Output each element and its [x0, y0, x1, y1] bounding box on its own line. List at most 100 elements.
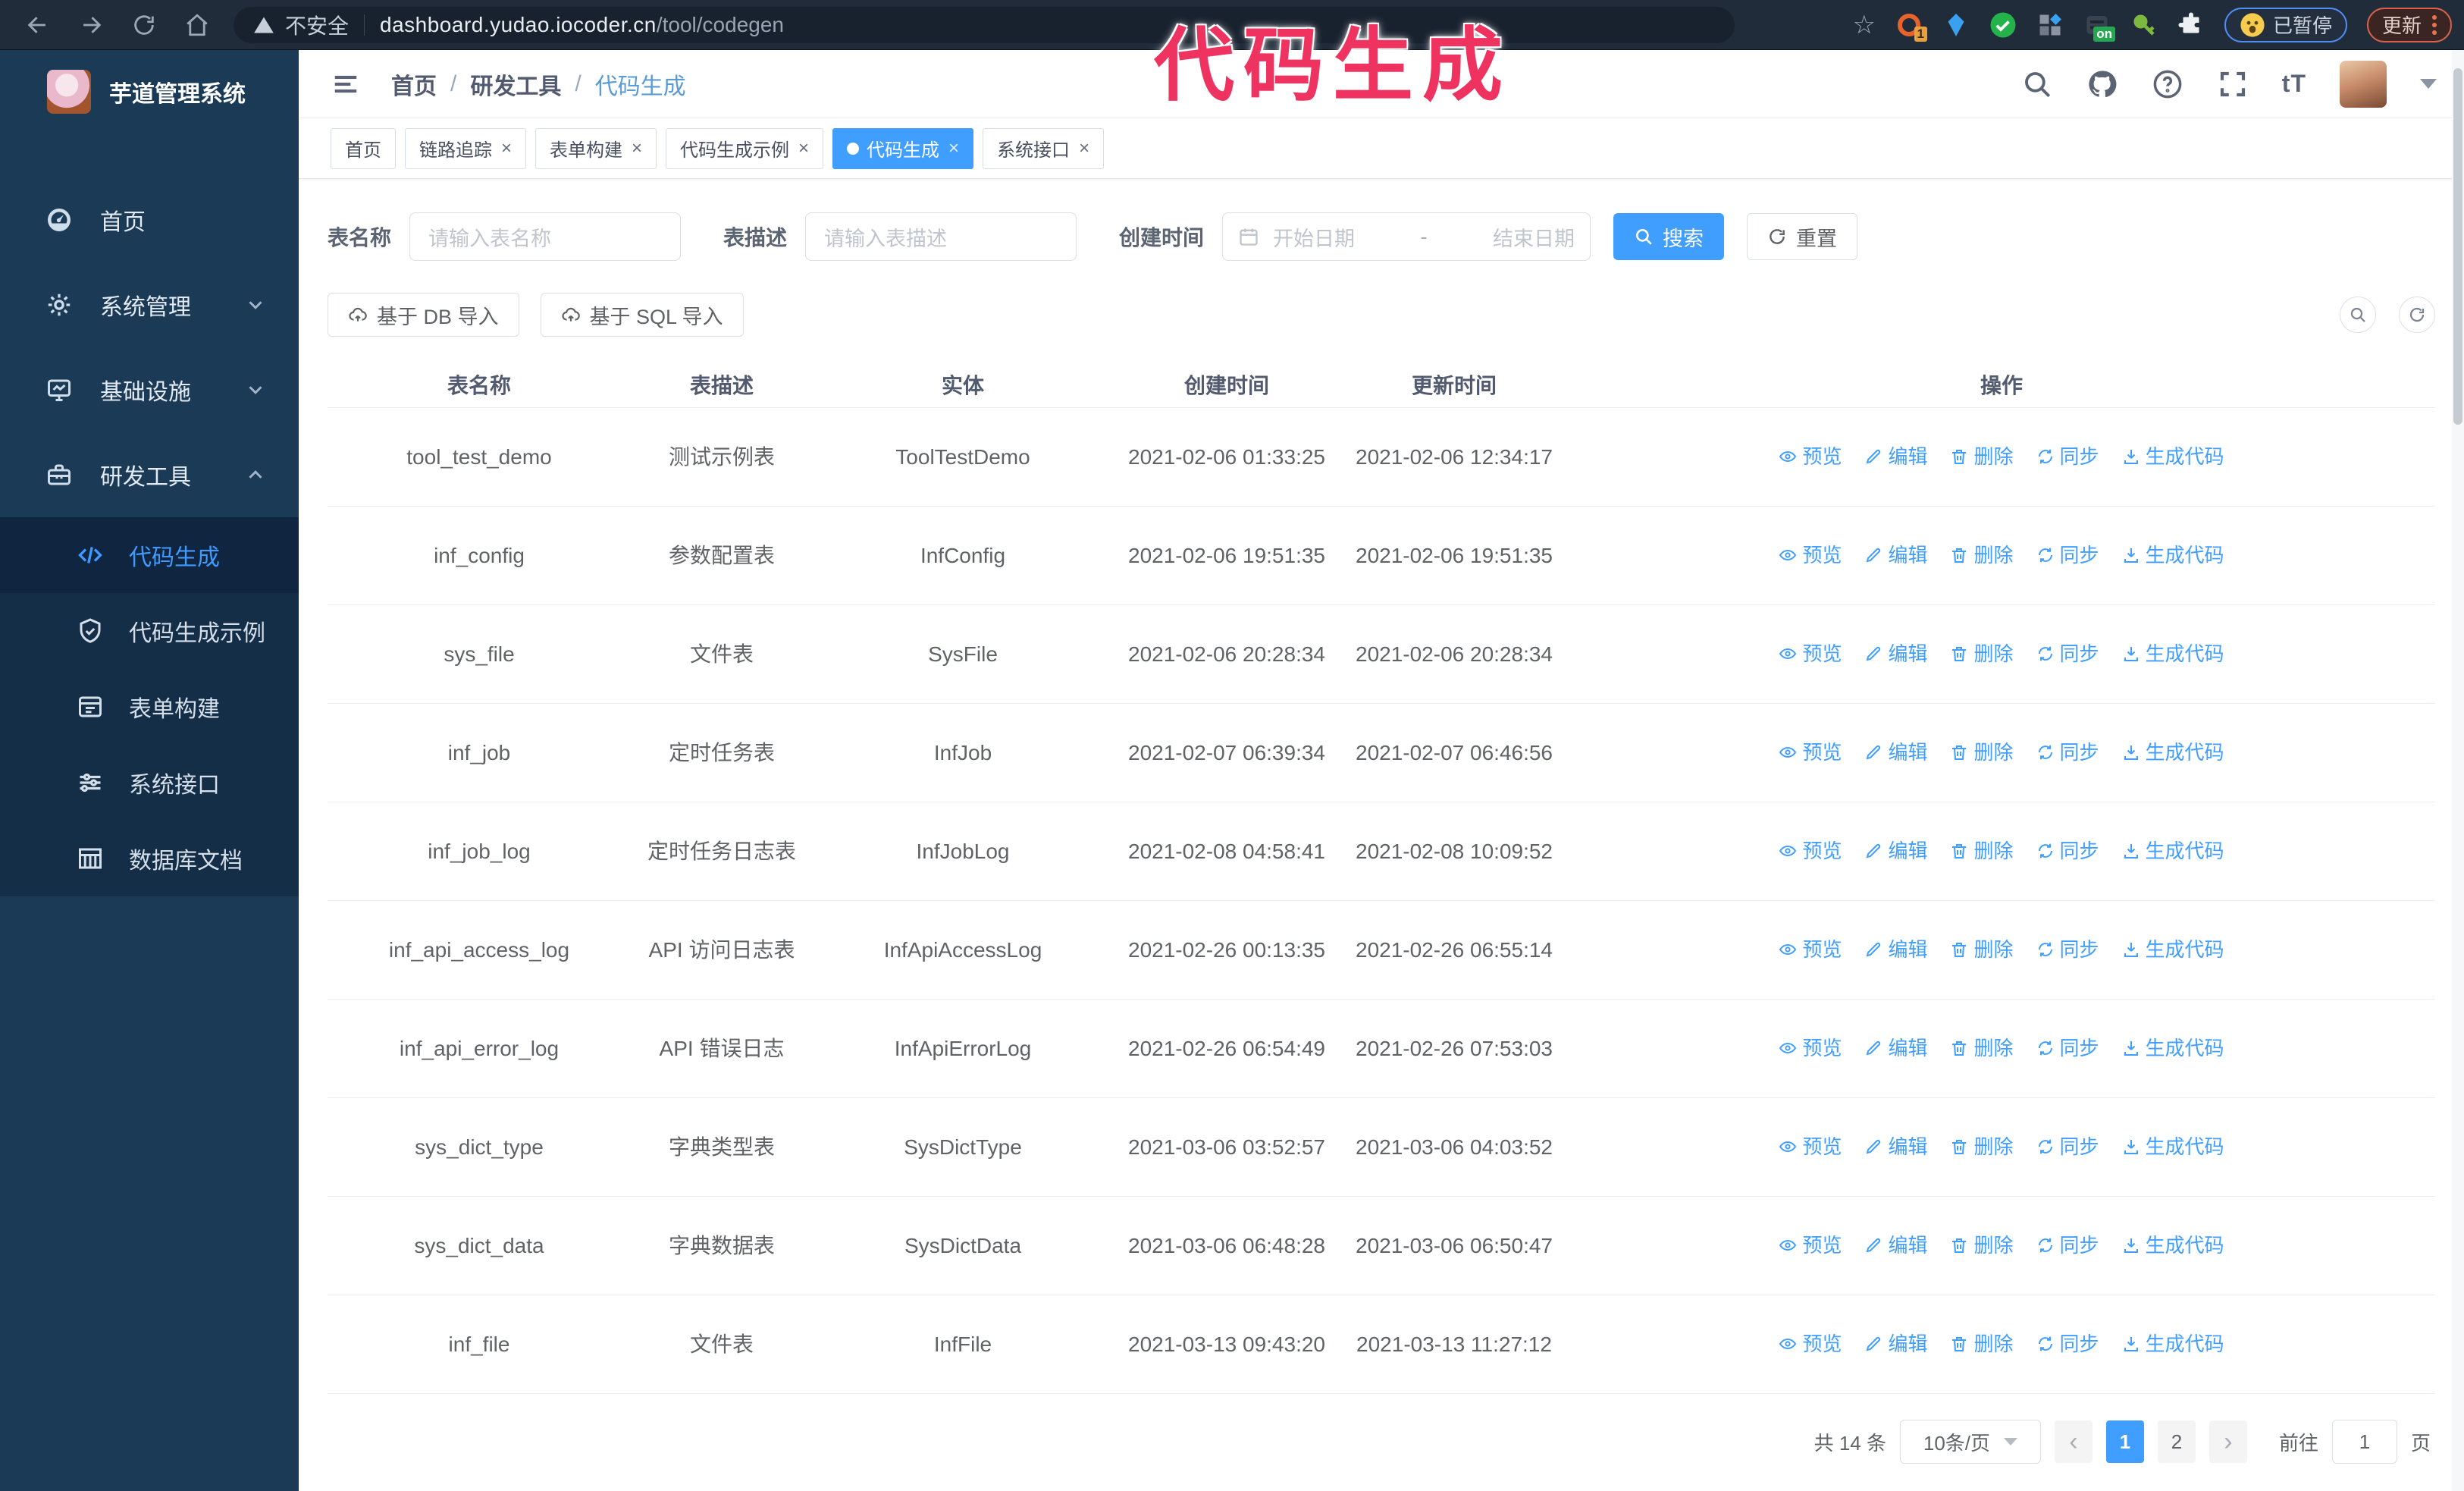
action-delete-link[interactable]: 删除 [1950, 737, 2014, 767]
sidebar-item-system-management[interactable]: 系统管理 [0, 262, 299, 347]
action-edit-link[interactable]: 编辑 [1864, 441, 1927, 472]
action-sync-link[interactable]: 同步 [2036, 836, 2099, 866]
action-sync-link[interactable]: 同步 [2036, 934, 2099, 965]
sidebar-item-system-api[interactable]: 系统接口 [0, 745, 299, 821]
font-size-icon[interactable]: tT [2282, 70, 2306, 98]
route-tab[interactable]: 代码生成 × [832, 127, 974, 169]
action-generate-code-link[interactable]: 生成代码 [2122, 639, 2224, 669]
action-generate-code-link[interactable]: 生成代码 [2122, 1132, 2224, 1162]
sidebar-item-database-doc[interactable]: 数据库文档 [0, 821, 299, 896]
action-preview-link[interactable]: 预览 [1779, 1132, 1842, 1162]
sidebar-item-form-builder[interactable]: 表单构建 [0, 669, 299, 745]
route-tab[interactable]: 代码生成示例 × [666, 127, 824, 169]
reset-button[interactable]: 重置 [1747, 213, 1858, 260]
search-button[interactable]: 搜索 [1613, 213, 1725, 260]
page-size-select[interactable]: 10条/页 [1899, 1420, 2041, 1464]
action-generate-code-link[interactable]: 生成代码 [2122, 1329, 2224, 1359]
hamburger-menu-icon[interactable] [329, 67, 362, 101]
action-delete-link[interactable]: 删除 [1950, 540, 2014, 570]
action-delete-link[interactable]: 删除 [1950, 1329, 2014, 1359]
sidebar-item-code-generation[interactable]: 代码生成 [0, 517, 299, 593]
action-sync-link[interactable]: 同步 [2036, 1230, 2099, 1260]
action-preview-link[interactable]: 预览 [1779, 836, 1842, 866]
avatar-caret-icon[interactable] [2420, 79, 2437, 89]
extension-icon-dark-on[interactable]: on [2083, 11, 2115, 42]
action-preview-link[interactable]: 预览 [1779, 639, 1842, 669]
action-delete-link[interactable]: 删除 [1950, 1132, 2014, 1162]
search-icon[interactable] [2021, 68, 2053, 100]
browser-update-button[interactable]: 更新 [2366, 7, 2452, 42]
action-sync-link[interactable]: 同步 [2036, 639, 2099, 669]
profile-paused-badge[interactable]: 已暂停 [2224, 7, 2347, 42]
table-name-input[interactable]: 请输入表名称 [409, 212, 682, 261]
toggle-search-button[interactable] [2340, 297, 2376, 333]
action-preview-link[interactable]: 预览 [1779, 934, 1842, 965]
page-button-1[interactable]: 1 [2105, 1420, 2144, 1463]
fullscreen-icon[interactable] [2217, 68, 2249, 100]
extension-icon-green-check[interactable] [1989, 11, 2017, 39]
browser-menu-dots-icon[interactable] [2432, 14, 2437, 35]
action-delete-link[interactable]: 删除 [1950, 934, 2014, 965]
action-preview-link[interactable]: 预览 [1779, 1230, 1842, 1260]
breadcrumb-dev-tools[interactable]: 研发工具 [470, 67, 561, 101]
action-preview-link[interactable]: 预览 [1779, 441, 1842, 472]
extension-icon-gem[interactable] [1942, 11, 1970, 39]
prev-page-button[interactable]: ‹ [2054, 1420, 2093, 1463]
tab-close-icon[interactable]: × [948, 139, 959, 158]
tab-close-icon[interactable]: × [632, 139, 642, 158]
action-edit-link[interactable]: 编辑 [1864, 1033, 1927, 1063]
action-preview-link[interactable]: 预览 [1779, 1329, 1842, 1359]
action-generate-code-link[interactable]: 生成代码 [2122, 737, 2224, 767]
sidebar-item-dev-tools[interactable]: 研发工具 [0, 432, 299, 517]
github-icon[interactable] [2086, 68, 2118, 100]
reload-icon[interactable] [129, 10, 159, 40]
action-generate-code-link[interactable]: 生成代码 [2122, 836, 2224, 866]
tab-close-icon[interactable]: × [1079, 139, 1089, 158]
extension-icon-orange[interactable]: 1 [1895, 11, 1927, 42]
back-icon[interactable] [23, 10, 53, 40]
action-edit-link[interactable]: 编辑 [1864, 836, 1927, 866]
action-delete-link[interactable]: 删除 [1950, 639, 2014, 669]
action-edit-link[interactable]: 编辑 [1864, 737, 1927, 767]
action-generate-code-link[interactable]: 生成代码 [2122, 1230, 2224, 1260]
action-delete-link[interactable]: 删除 [1950, 1230, 2014, 1260]
action-edit-link[interactable]: 编辑 [1864, 1132, 1927, 1162]
route-tab[interactable]: 链路追踪 × [405, 127, 527, 169]
next-page-button[interactable]: › [2209, 1420, 2247, 1463]
sidebar-item-infrastructure[interactable]: 基础设施 [0, 347, 299, 432]
action-edit-link[interactable]: 编辑 [1864, 540, 1927, 570]
sidebar-item-home[interactable]: 首页 [0, 177, 299, 262]
action-generate-code-link[interactable]: 生成代码 [2122, 441, 2224, 472]
action-sync-link[interactable]: 同步 [2036, 1329, 2099, 1359]
scrollbar-thumb[interactable] [2453, 68, 2462, 425]
extension-icon-key[interactable] [2130, 11, 2158, 39]
page-scrollbar[interactable] [2452, 50, 2464, 1491]
forward-icon[interactable] [76, 10, 106, 40]
page-button-2[interactable]: 2 [2157, 1420, 2196, 1463]
sidebar-logo[interactable]: 芋道管理系统 [0, 50, 299, 133]
action-delete-link[interactable]: 删除 [1950, 441, 2014, 472]
user-avatar[interactable] [2340, 60, 2387, 108]
action-preview-link[interactable]: 预览 [1779, 737, 1842, 767]
action-edit-link[interactable]: 编辑 [1864, 1230, 1927, 1260]
import-sql-button[interactable]: 基于 SQL 导入 [540, 293, 744, 337]
action-generate-code-link[interactable]: 生成代码 [2122, 934, 2224, 965]
action-edit-link[interactable]: 编辑 [1864, 639, 1927, 669]
action-preview-link[interactable]: 预览 [1779, 1033, 1842, 1063]
bookmark-star-icon[interactable]: ☆ [1852, 12, 1875, 38]
help-icon[interactable] [2152, 68, 2183, 100]
action-sync-link[interactable]: 同步 [2036, 441, 2099, 472]
breadcrumb-home[interactable]: 首页 [391, 67, 437, 101]
action-generate-code-link[interactable]: 生成代码 [2122, 1033, 2224, 1063]
import-db-button[interactable]: 基于 DB 导入 [328, 293, 519, 337]
route-tab[interactable]: 表单构建 × [535, 127, 657, 169]
tab-close-icon[interactable]: × [798, 139, 809, 158]
refresh-button[interactable] [2399, 297, 2435, 333]
goto-page-input[interactable]: 1 [2331, 1420, 2397, 1464]
tab-close-icon[interactable]: × [501, 139, 512, 158]
action-sync-link[interactable]: 同步 [2036, 737, 2099, 767]
action-edit-link[interactable]: 编辑 [1864, 934, 1927, 965]
route-tab[interactable]: 首页 [331, 127, 396, 169]
action-generate-code-link[interactable]: 生成代码 [2122, 540, 2224, 570]
action-delete-link[interactable]: 删除 [1950, 836, 2014, 866]
